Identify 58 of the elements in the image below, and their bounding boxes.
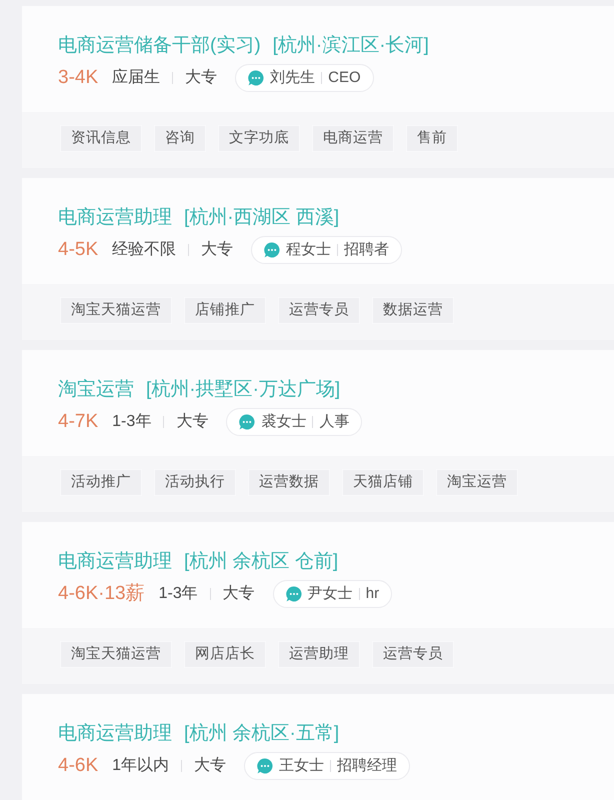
- job-title-link[interactable]: 电商运营储备干部(实习): [58, 34, 261, 58]
- recruiter-role: 招聘者: [344, 240, 390, 260]
- skill-tag: 数据运营: [372, 297, 454, 324]
- chat-bubble-icon: [257, 758, 274, 774]
- recruiter-role: 招聘经理: [337, 756, 398, 776]
- experience-text: 应届生: [112, 68, 160, 88]
- skill-tag: 资讯信息: [60, 125, 142, 152]
- job-location: [杭州·西湖区 西溪]: [184, 206, 340, 230]
- skill-tag: 活动推广: [60, 469, 142, 496]
- skill-tag: 淘宝天猫运营: [60, 297, 172, 324]
- recruiter-name: 程女士: [286, 240, 332, 260]
- recruiter-role: 人事: [319, 412, 350, 432]
- job-location: [杭州·拱墅区·万达广场]: [146, 378, 340, 402]
- job-location: [杭州·滨江区·长河]: [272, 34, 429, 58]
- skill-tag: 天猫店铺: [342, 469, 424, 496]
- experience-text: 1-3年: [112, 412, 152, 432]
- skill-tag: 运营专员: [372, 641, 454, 668]
- skill-tag: 运营数据: [248, 469, 330, 496]
- job-title-link[interactable]: 电商运营助理: [58, 722, 172, 746]
- recruiter-name: 王女士: [279, 756, 324, 776]
- skill-tag: 运营专员: [278, 297, 360, 324]
- chat-bubble-icon: [248, 70, 264, 86]
- chat-bubble-icon: [264, 242, 280, 258]
- salary-text: 4-7K: [58, 410, 98, 434]
- experience-text: 经验不限: [112, 240, 176, 260]
- skill-tag: 电商运营: [312, 125, 394, 152]
- education-text: 大专: [222, 584, 255, 604]
- recruiter-role: CEO: [328, 68, 361, 88]
- recruiter-role: hr: [366, 584, 380, 604]
- recruiter-name: 尹女士: [308, 584, 353, 604]
- chat-bubble-icon: [286, 586, 302, 602]
- education-text: 大专: [176, 412, 208, 432]
- skill-tag: 淘宝运营: [436, 469, 518, 496]
- education-text: 大专: [194, 756, 226, 776]
- recruiter-name: 裘女士: [261, 412, 306, 432]
- recruiter-name: 刘先生: [270, 68, 316, 88]
- skill-tag: 运营助理: [278, 641, 360, 668]
- job-title-link[interactable]: 电商运营助理: [58, 550, 172, 574]
- experience-text: 1年以内: [112, 756, 170, 776]
- job-title-link[interactable]: 电商运营助理: [58, 206, 172, 230]
- job-location: [杭州 余杭区·五常]: [184, 722, 340, 746]
- skill-tag: 咨询: [154, 125, 206, 152]
- salary-text: 4-6K·13薪: [58, 582, 145, 606]
- experience-text: 1-3年: [158, 584, 198, 604]
- job-title-link[interactable]: 淘宝运营: [58, 378, 134, 402]
- salary-text: 3-4K: [58, 66, 98, 90]
- chat-bubble-icon: [239, 414, 256, 430]
- skill-tag: 店铺推广: [184, 297, 266, 324]
- skill-tag: 售前: [406, 125, 458, 152]
- education-text: 大专: [185, 68, 218, 88]
- salary-text: 4-6K: [58, 754, 98, 778]
- skill-tag: 活动执行: [154, 469, 236, 496]
- skill-tag: 文字功底: [218, 125, 300, 152]
- education-text: 大专: [201, 240, 234, 260]
- job-location: [杭州 余杭区 仓前]: [184, 550, 338, 574]
- skill-tag: 淘宝天猫运营: [60, 641, 172, 668]
- skill-tag: 网店店长: [184, 641, 266, 668]
- salary-text: 4-5K: [58, 238, 98, 262]
